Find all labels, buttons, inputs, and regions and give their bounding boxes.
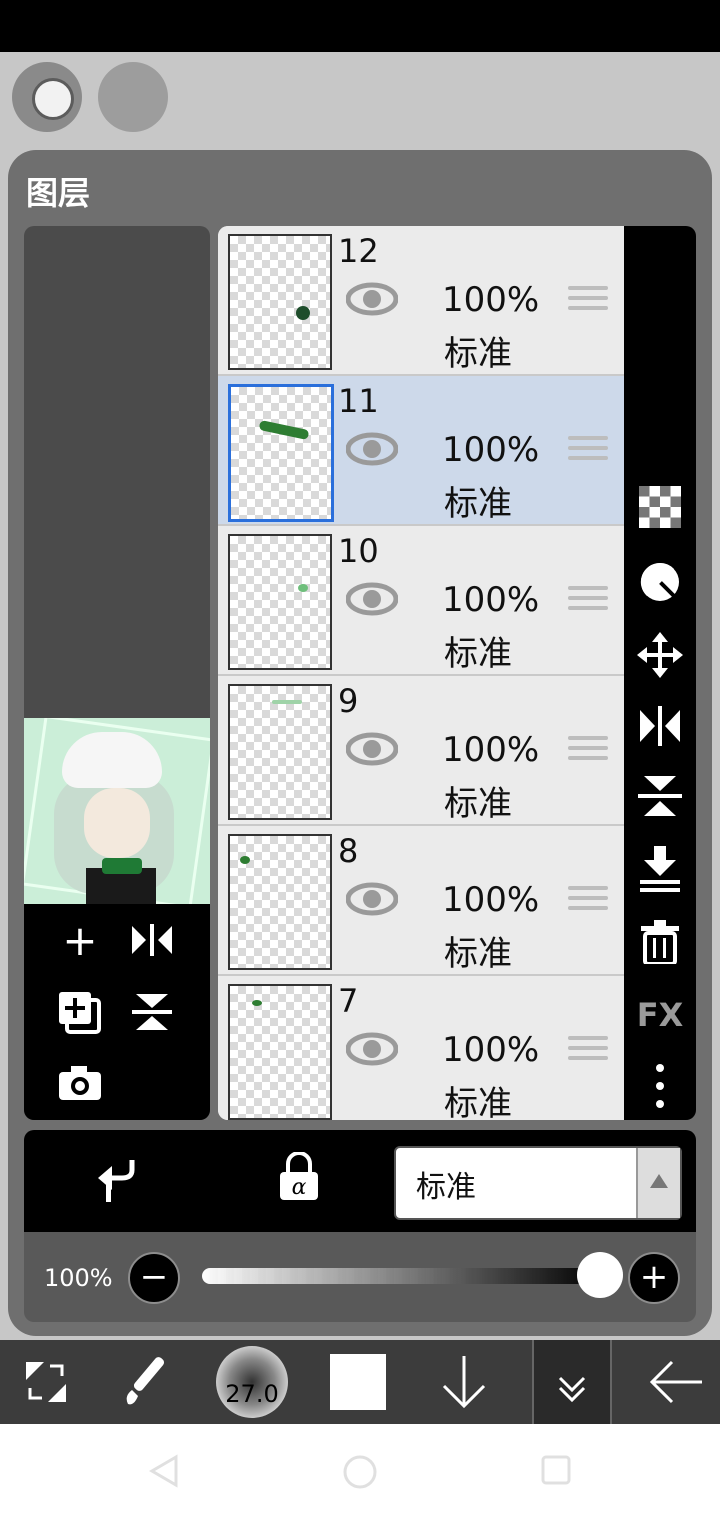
layer-blend-mode: 标准 [444, 934, 512, 974]
brush-size-button[interactable]: 27.0 [214, 1340, 290, 1424]
chevron-up-icon[interactable] [636, 1148, 680, 1218]
layer-number: 12 [338, 232, 379, 270]
flip-vertical-icon[interactable] [624, 774, 696, 822]
layer-opacity: 100% [442, 1030, 540, 1070]
drag-handle-icon[interactable] [568, 286, 608, 316]
brush-tool-icon[interactable] [106, 1340, 190, 1424]
flip-layer-icon[interactable] [122, 922, 182, 965]
slider-knob[interactable] [577, 1252, 623, 1298]
panel-title: 图层 [26, 174, 91, 212]
trash-icon[interactable] [624, 920, 696, 968]
checker-icon[interactable] [624, 486, 696, 532]
eye-icon[interactable] [345, 882, 399, 916]
decrease-opacity-button[interactable]: − [128, 1252, 180, 1304]
layer-number: 9 [338, 682, 359, 720]
layer-thumbnail [228, 834, 332, 970]
layer-thumbnail [228, 384, 334, 522]
layer-blend-mode: 标准 [444, 1084, 512, 1120]
status-bar [0, 0, 720, 52]
layer-blend-mode: 标准 [444, 634, 512, 674]
layer-thumbnail [228, 534, 332, 670]
canvas-thumbnail[interactable] [24, 718, 210, 904]
layer-actions-column: FX [624, 226, 696, 1120]
layer-blend-mode: 标准 [444, 334, 512, 374]
drag-handle-icon[interactable] [568, 586, 608, 616]
layer-list: 12 100% 标准 11 100% 标准 10 100% 标准 9 100% … [218, 226, 624, 1120]
add-layer-icon[interactable]: + [50, 920, 110, 962]
drag-handle-icon[interactable] [568, 1036, 608, 1066]
layer-opacity: 100% [442, 430, 540, 470]
drag-handle-icon[interactable] [568, 886, 608, 916]
flip-vertical-icon[interactable] [122, 992, 182, 1039]
layer-opacity: 100% [442, 880, 540, 920]
eye-icon[interactable] [345, 432, 399, 466]
arrow-down-icon[interactable] [422, 1340, 506, 1424]
back-arrow-icon[interactable] [634, 1340, 718, 1424]
blend-mode-select[interactable]: 标准 [394, 1146, 682, 1220]
system-nav-bar [0, 1424, 720, 1520]
layer-thumbnail [228, 984, 332, 1120]
back-circle-button[interactable] [12, 62, 82, 132]
layer-row-7[interactable]: 7 100% 标准 [218, 976, 624, 1120]
layers-toggle-button[interactable] [532, 1340, 612, 1424]
nav-recents-icon[interactable] [540, 1454, 572, 1490]
eye-icon[interactable] [345, 732, 399, 766]
layer-row-10[interactable]: 10 100% 标准 [218, 526, 624, 676]
layer-number: 8 [338, 832, 359, 870]
brush-size-value: 27.0 [225, 1380, 279, 1408]
merge-down-icon[interactable] [624, 846, 696, 896]
camera-icon[interactable] [50, 1064, 110, 1109]
clip-layer-icon[interactable] [94, 1156, 138, 1208]
layer-tool-grid: + [24, 904, 210, 1120]
transform-tool-icon[interactable] [4, 1340, 88, 1424]
layer-row-8[interactable]: 8 100% 标准 [218, 826, 624, 976]
eye-icon[interactable] [345, 1032, 399, 1066]
layer-row-9[interactable]: 9 100% 标准 [218, 676, 624, 826]
main-toolbar: 27.0 [0, 1340, 720, 1424]
nav-back-icon[interactable] [148, 1454, 180, 1492]
blend-mode-value: 标准 [416, 1170, 476, 1205]
opacity-row: 100% − + [24, 1232, 696, 1322]
layer-opacity: 100% [442, 580, 540, 620]
nav-home-icon[interactable] [342, 1454, 378, 1494]
increase-opacity-button[interactable]: + [628, 1252, 680, 1304]
more-vertical-icon[interactable] [624, 1064, 696, 1112]
layer-number: 10 [338, 532, 379, 570]
circle-half-icon[interactable] [624, 560, 696, 608]
fx-icon[interactable]: FX [624, 996, 696, 1034]
drag-handle-icon[interactable] [568, 736, 608, 766]
layer-thumbnail [228, 684, 332, 820]
layer-opacity: 100% [442, 730, 540, 770]
layer-number: 7 [338, 982, 359, 1020]
layer-blend-mode: 标准 [444, 484, 512, 524]
redo-circle-button[interactable] [98, 62, 168, 132]
eye-icon[interactable] [345, 282, 399, 316]
svg-text:α: α [292, 1175, 307, 1200]
layer-number: 11 [338, 382, 379, 420]
layer-row-12[interactable]: 12 100% 标准 [218, 226, 624, 376]
alpha-lock-icon[interactable]: α [278, 1151, 320, 1206]
layer-opacity: 100% [442, 280, 540, 320]
layer-preview-area: + [24, 226, 210, 1120]
move-icon[interactable] [624, 632, 696, 682]
opacity-label: 100% [44, 1264, 113, 1292]
layer-blend-mode: 标准 [444, 784, 512, 824]
flip-horizontal-icon[interactable] [624, 706, 696, 750]
layer-row-11[interactable]: 11 100% 标准 [218, 376, 624, 526]
layer-thumbnail [228, 234, 332, 370]
opacity-slider[interactable] [202, 1268, 600, 1284]
drag-handle-icon[interactable] [568, 436, 608, 466]
eye-icon[interactable] [345, 582, 399, 616]
color-swatch[interactable] [322, 1340, 406, 1424]
duplicate-layer-icon[interactable] [50, 990, 110, 1043]
